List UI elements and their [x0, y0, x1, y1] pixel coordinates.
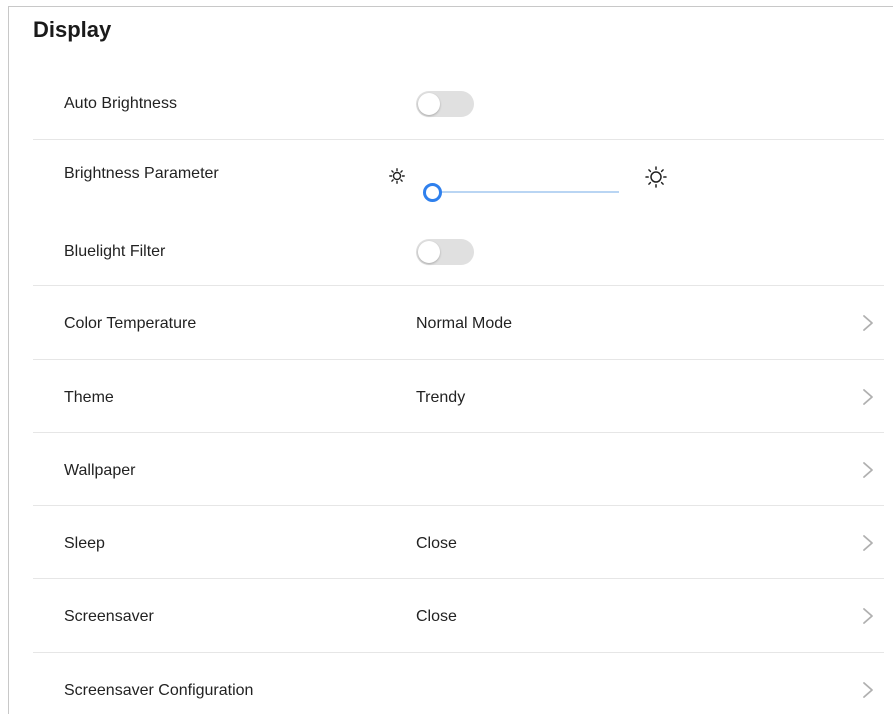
screensaver-label: Screensaver: [64, 608, 154, 625]
setting-row-color-temperature[interactable]: Color Temperature Normal Mode: [33, 286, 884, 360]
chevron-right-icon: [858, 460, 878, 480]
sun-large-icon: [645, 166, 667, 193]
theme-value: Trendy: [416, 389, 466, 406]
sun-small-icon: [389, 168, 405, 189]
toggle-knob: [418, 241, 440, 263]
setting-row-wallpaper[interactable]: Wallpaper: [33, 433, 884, 506]
brightness-slider[interactable]: [423, 182, 619, 202]
screensaver-value: Close: [416, 608, 457, 625]
chevron-right-icon: [858, 606, 878, 626]
toggle-knob: [418, 93, 440, 115]
setting-row-brightness: Brightness Parameter: [33, 140, 884, 210]
slider-thumb[interactable]: [423, 183, 442, 202]
bluelight-filter-toggle[interactable]: [416, 239, 474, 265]
auto-brightness-toggle[interactable]: [416, 91, 474, 117]
setting-row-auto-brightness: Auto Brightness: [33, 67, 884, 140]
screensaver-configuration-label: Screensaver Configuration: [64, 682, 254, 699]
bluelight-filter-label: Bluelight Filter: [64, 243, 166, 260]
sleep-value: Close: [416, 535, 457, 552]
wallpaper-label: Wallpaper: [64, 462, 136, 479]
chevron-right-icon: [858, 313, 878, 333]
display-settings-panel: Display Auto Brightness Brightness Param…: [8, 6, 893, 714]
sleep-label: Sleep: [64, 535, 105, 552]
setting-row-screensaver[interactable]: Screensaver Close: [33, 579, 884, 653]
page-title: Display: [33, 17, 112, 42]
setting-row-sleep[interactable]: Sleep Close: [33, 506, 884, 579]
setting-row-screensaver-configuration[interactable]: Screensaver Configuration: [33, 653, 884, 715]
color-temperature-value: Normal Mode: [416, 315, 513, 332]
setting-row-bluelight-filter: Bluelight Filter: [33, 210, 884, 286]
brightness-label: Brightness Parameter: [64, 165, 219, 182]
slider-track: [431, 191, 619, 193]
chevron-right-icon: [858, 680, 878, 700]
chevron-right-icon: [858, 387, 878, 407]
auto-brightness-label: Auto Brightness: [64, 95, 177, 112]
chevron-right-icon: [858, 533, 878, 553]
setting-row-theme[interactable]: Theme Trendy: [33, 360, 884, 433]
theme-label: Theme: [64, 389, 114, 406]
color-temperature-label: Color Temperature: [64, 315, 197, 332]
